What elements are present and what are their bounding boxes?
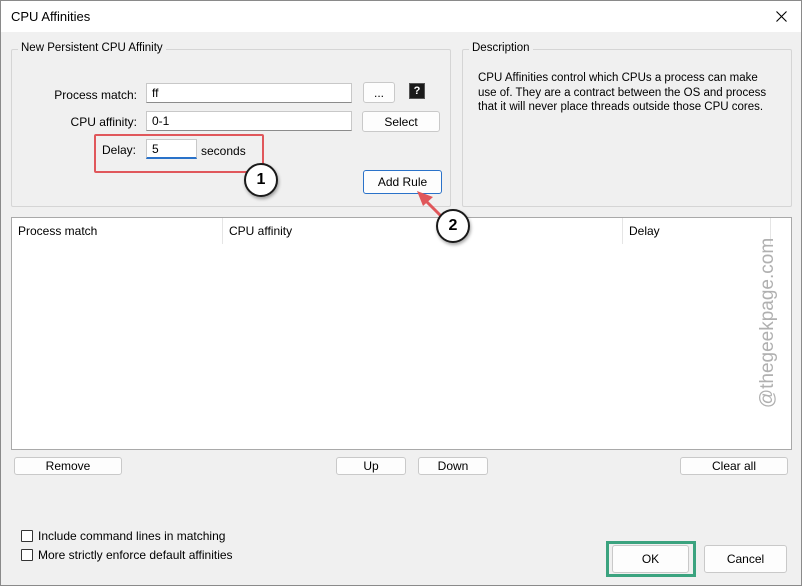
step-1-badge: 1 <box>244 163 278 197</box>
column-header-delay[interactable]: Delay <box>623 218 771 244</box>
browse-button[interactable]: ... <box>363 82 395 103</box>
help-icon[interactable]: ? <box>409 83 425 99</box>
ok-highlight-box <box>606 541 696 577</box>
title-bar: CPU Affinities <box>1 1 801 32</box>
remove-button[interactable]: Remove <box>14 457 122 475</box>
close-icon <box>775 11 787 22</box>
clear-all-button[interactable]: Clear all <box>680 457 788 475</box>
add-rule-button[interactable]: Add Rule <box>363 170 442 194</box>
cancel-button[interactable]: Cancel <box>704 545 787 573</box>
new-rule-group-title: New Persistent CPU Affinity <box>18 42 166 54</box>
cpu-affinity-input[interactable] <box>146 111 352 131</box>
select-button[interactable]: Select <box>362 111 440 132</box>
down-button[interactable]: Down <box>418 457 488 475</box>
step-2-badge: 2 <box>436 209 470 243</box>
description-group-title: Description <box>469 42 533 54</box>
watermark: @thegeekpage.com <box>753 233 783 413</box>
rules-list[interactable]: Process match CPU affinity Delay <box>11 217 792 450</box>
window-title: CPU Affinities <box>11 9 91 24</box>
close-button[interactable] <box>761 1 801 32</box>
checkbox-box[interactable] <box>21 549 33 561</box>
strict-enforce-label: More strictly enforce default affinities <box>38 548 233 562</box>
description-text: CPU Affinities control which CPUs a proc… <box>478 72 767 113</box>
column-header-process-match[interactable]: Process match <box>12 218 223 244</box>
process-match-input[interactable] <box>146 83 352 103</box>
cpu-affinities-dialog: CPU Affinities New Persistent CPU Affini… <box>0 0 802 586</box>
delay-highlight-box <box>94 134 264 173</box>
strict-enforce-checkbox[interactable]: More strictly enforce default affinities <box>21 548 233 562</box>
up-button[interactable]: Up <box>336 457 406 475</box>
cpu-affinity-label: CPU affinity: <box>70 115 137 129</box>
include-command-lines-checkbox[interactable]: Include command lines in matching <box>21 529 225 543</box>
column-header-cpu-affinity[interactable]: CPU affinity <box>223 218 623 244</box>
checkbox-box[interactable] <box>21 530 33 542</box>
process-match-label: Process match: <box>54 88 137 102</box>
watermark-text: @thegeekpage.com <box>757 237 778 409</box>
include-command-lines-label: Include command lines in matching <box>38 529 226 543</box>
